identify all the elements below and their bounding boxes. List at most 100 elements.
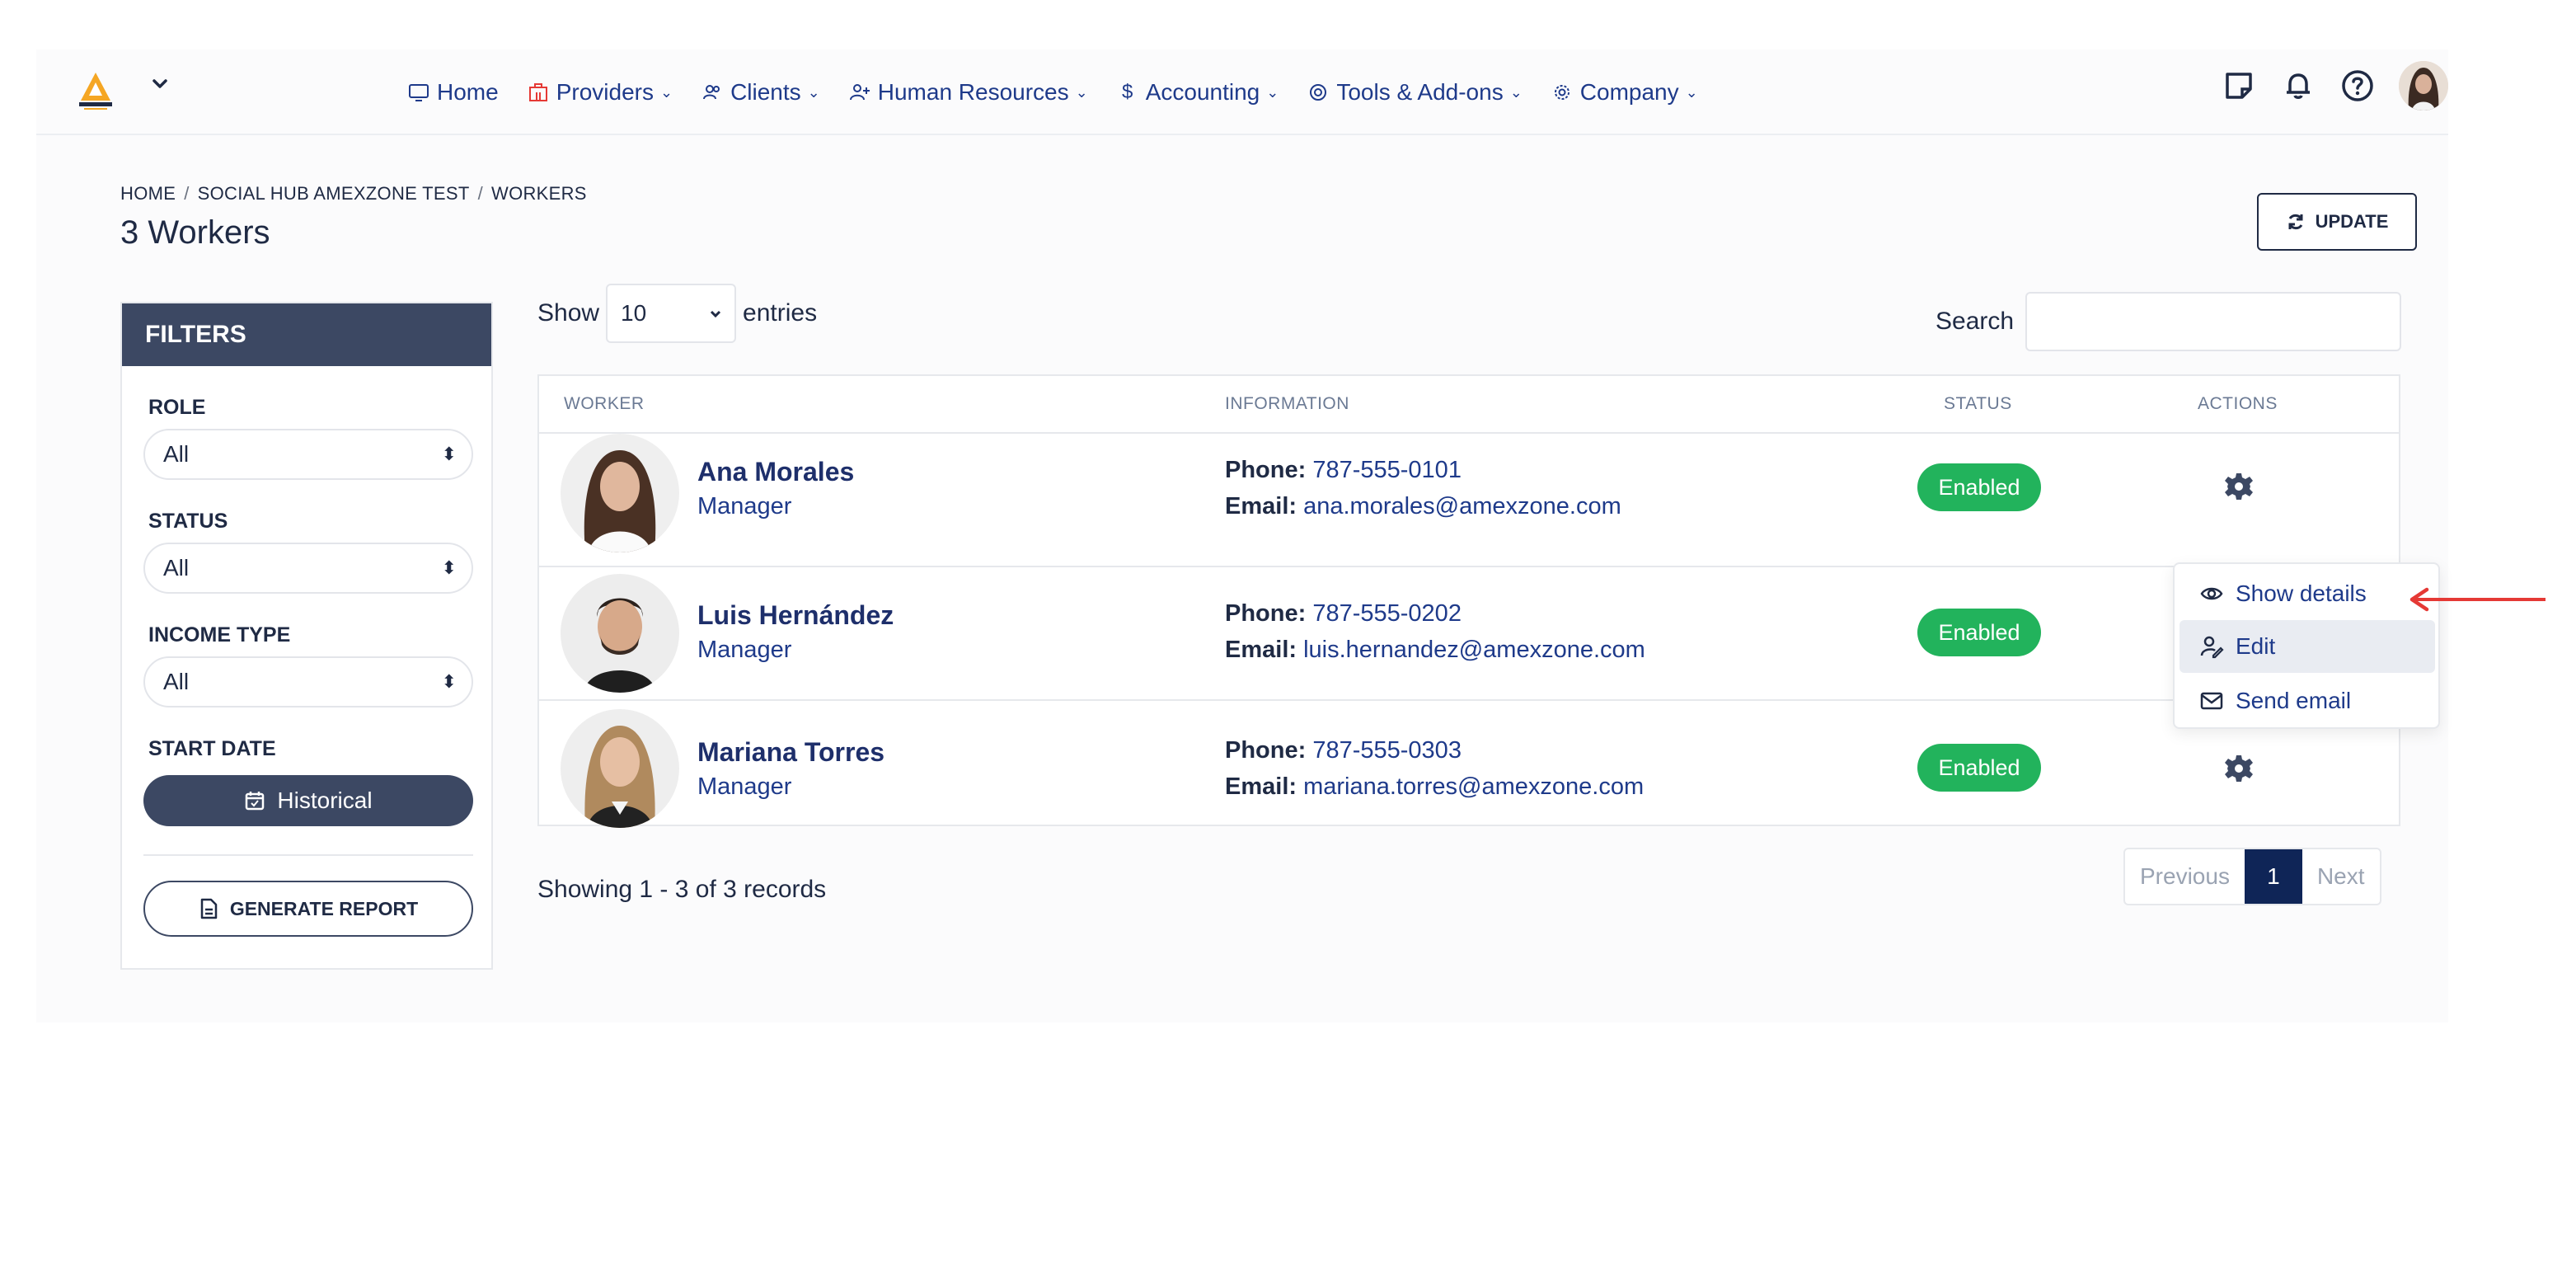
chevron-down-icon: ⌄: [659, 83, 673, 101]
send-email-label: Send email: [2236, 688, 2352, 713]
breadcrumb-separator: /: [184, 183, 190, 204]
show-label: Show: [537, 299, 600, 327]
breadcrumb-home[interactable]: HOME: [120, 183, 176, 204]
phone-value: 787-555-0101: [1312, 457, 1462, 483]
dollar-icon: $: [1122, 81, 1133, 103]
workers-table: WORKER INFORMATION STATUS ACTIONS Ana Mo…: [537, 374, 2400, 828]
chevron-down-icon[interactable]: [145, 73, 175, 102]
generate-report-button[interactable]: GENERATE REPORT: [143, 881, 473, 937]
email-value: ana.morales@amexzone.com: [1303, 493, 1621, 519]
top-navbar: Home Providers ⌄ Clients ⌄ Human Resourc…: [36, 49, 2448, 135]
menu-item-show-details[interactable]: Show details: [2180, 567, 2435, 620]
header-worker: WORKER: [564, 394, 645, 413]
header-status: STATUS: [1944, 394, 2012, 413]
chevron-down-icon: ⌄: [807, 83, 820, 101]
chevron-down-icon: ⌄: [1509, 83, 1523, 101]
entries-select[interactable]: 10: [606, 284, 737, 345]
header-information: INFORMATION: [1225, 394, 1349, 413]
pagination-previous[interactable]: Previous: [2125, 849, 2245, 904]
sticky-note-icon[interactable]: [2221, 68, 2257, 104]
table-row: Mariana Torres Manager Phone: 787-555-03…: [539, 701, 2399, 834]
user-avatar[interactable]: [2399, 61, 2448, 110]
eye-icon: [2200, 587, 2223, 600]
worker-phone: Phone: 787-555-0101: [1225, 457, 1462, 484]
worker-name[interactable]: Luis Hernández: [697, 600, 894, 631]
sort-arrows-icon: ⬍: [441, 671, 457, 692]
chevron-down-icon: ⌄: [1075, 83, 1088, 101]
chevron-down-icon: ⌄: [1685, 83, 1698, 101]
nav-providers[interactable]: Providers ⌄: [527, 79, 673, 106]
status-select-value: All: [163, 555, 190, 581]
sort-arrows-icon: ⬍: [441, 444, 457, 464]
income-type-select-value: All: [163, 669, 190, 694]
calendar-icon: [246, 792, 265, 811]
status-badge: Enabled: [1917, 609, 2041, 656]
generate-report-label: GENERATE REPORT: [229, 897, 419, 919]
email-value: mariana.torres@amexzone.com: [1303, 773, 1645, 800]
email-label: Email:: [1225, 637, 1297, 663]
nav-home[interactable]: Home: [407, 79, 499, 106]
show-entries: Show 10 entries: [537, 284, 817, 343]
status-badge: Enabled: [1917, 463, 2041, 511]
historical-button[interactable]: Historical: [143, 775, 473, 826]
nav-company[interactable]: Company ⌄: [1551, 79, 1698, 106]
gear-icon[interactable]: [2222, 470, 2255, 503]
breadcrumb-separator: /: [477, 183, 483, 204]
app-window: Home Providers ⌄ Clients ⌄ Human Resourc…: [36, 49, 2448, 1022]
worker-name[interactable]: Ana Morales: [697, 457, 854, 487]
phone-value: 787-555-0202: [1312, 600, 1462, 627]
email-value: luis.hernandez@amexzone.com: [1303, 637, 1645, 663]
menu-item-send-email[interactable]: Send email: [2180, 675, 2435, 727]
user-edit-icon: [2200, 636, 2224, 659]
header-actions: ACTIONS: [2198, 394, 2278, 413]
chevron-down-icon: ⌄: [1266, 83, 1279, 101]
role-select-value: All: [163, 441, 190, 467]
role-select[interactable]: All ⬍: [143, 429, 473, 480]
worker-avatar[interactable]: [561, 709, 679, 828]
role-label: ROLE: [148, 396, 206, 419]
menu-item-edit[interactable]: Edit: [2180, 620, 2435, 673]
help-icon[interactable]: [2339, 68, 2376, 104]
gear-icon[interactable]: [2222, 752, 2255, 785]
pagination-next[interactable]: Next: [2302, 849, 2380, 904]
actions-dropdown: Show details Edit Send email: [2173, 562, 2440, 729]
worker-avatar[interactable]: [561, 434, 679, 552]
sort-arrows-icon: ⬍: [441, 557, 457, 578]
worker-role: Manager: [697, 637, 792, 663]
update-button[interactable]: UPDATE: [2257, 193, 2417, 251]
worker-phone: Phone: 787-555-0303: [1225, 737, 1462, 764]
show-details-label: Show details: [2236, 581, 2367, 606]
nav-human-resources[interactable]: Human Resources ⌄: [848, 79, 1088, 106]
chevron-down-icon: [708, 285, 723, 345]
amexzone-logo[interactable]: [73, 68, 119, 114]
breadcrumb-current: WORKERS: [491, 183, 587, 204]
nav-accounting[interactable]: $ Accounting ⌄: [1116, 79, 1279, 106]
worker-avatar[interactable]: [561, 574, 679, 693]
entries-select-value: 10: [621, 300, 647, 326]
worker-role: Manager: [697, 493, 792, 519]
nav-company-label: Company: [1579, 79, 1679, 105]
worker-role: Manager: [697, 773, 792, 800]
income-type-select[interactable]: All ⬍: [143, 656, 473, 707]
worker-email: Email: ana.morales@amexzone.com: [1225, 493, 1621, 520]
entries-label: entries: [743, 299, 818, 327]
document-icon: [200, 898, 218, 919]
worker-name[interactable]: Mariana Torres: [697, 737, 884, 768]
status-label: STATUS: [148, 510, 228, 533]
nav-providers-label: Providers: [556, 79, 654, 105]
breadcrumb: HOME / SOCIAL HUB AMEXZONE TEST / WORKER…: [120, 183, 587, 204]
income-type-label: INCOME TYPE: [148, 623, 291, 646]
search-input[interactable]: [2025, 292, 2402, 351]
nav-tools[interactable]: Tools & Add-ons ⌄: [1307, 79, 1523, 106]
users-icon: [703, 85, 720, 100]
table-row: Luis Hernández Manager Phone: 787-555-02…: [539, 567, 2399, 701]
mail-icon: [2200, 692, 2223, 710]
pagination-page[interactable]: 1: [2244, 849, 2302, 904]
bell-icon[interactable]: [2280, 68, 2316, 104]
building-icon: [528, 83, 547, 101]
worker-phone: Phone: 787-555-0202: [1225, 600, 1462, 628]
filters-panel: FILTERS ROLE All ⬍ STATUS All ⬍ INCOME T…: [120, 302, 493, 970]
nav-clients[interactable]: Clients ⌄: [701, 79, 820, 106]
status-select[interactable]: All ⬍: [143, 543, 473, 594]
breadcrumb-hub[interactable]: SOCIAL HUB AMEXZONE TEST: [198, 183, 470, 204]
